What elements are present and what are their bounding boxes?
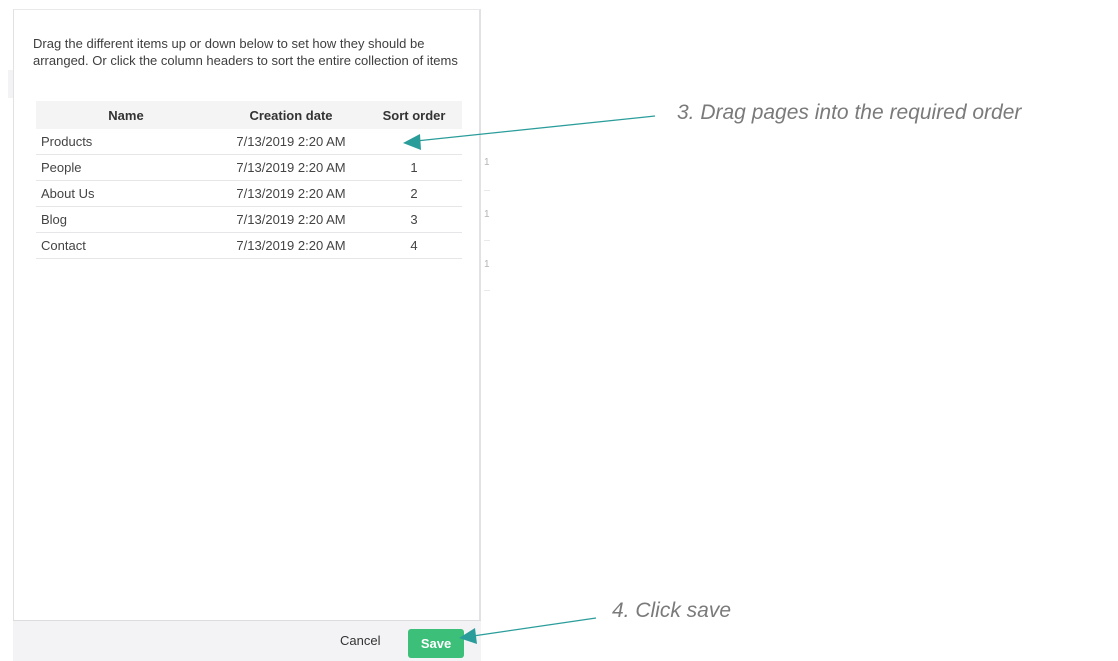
row-name: Products xyxy=(36,129,216,155)
background-cell-text: 1 xyxy=(484,209,490,220)
background-cell-text: 1 xyxy=(484,259,490,270)
dialog-footer: Cancel Save xyxy=(13,620,481,661)
row-name: Contact xyxy=(36,232,216,259)
annotation-step-4: 4. Click save xyxy=(612,599,732,622)
row-sort-order: 1 xyxy=(366,154,462,181)
row-creation-date: 7/13/2019 2:20 AM xyxy=(216,206,366,233)
row-name: People xyxy=(36,154,216,181)
table-row[interactable]: About Us 7/13/2019 2:20 AM 2 xyxy=(36,180,462,207)
row-sort-order: 2 xyxy=(366,180,462,207)
table-header-row: Name Creation date Sort order xyxy=(36,101,462,129)
sort-dialog: Drag the different items up or down belo… xyxy=(13,9,481,661)
row-sort-order: 3 xyxy=(366,206,462,233)
background-row-divider xyxy=(484,240,490,241)
row-sort-order xyxy=(366,129,462,155)
annotation-step-3: 3. Drag pages into the required order xyxy=(677,101,1022,124)
column-header-name[interactable]: Name xyxy=(36,101,216,129)
row-creation-date: 7/13/2019 2:20 AM xyxy=(216,154,366,181)
row-creation-date: 7/13/2019 2:20 AM xyxy=(216,129,366,155)
row-creation-date: 7/13/2019 2:20 AM xyxy=(216,180,366,207)
column-header-creation-date[interactable]: Creation date xyxy=(216,101,366,129)
background-row-divider xyxy=(484,290,490,291)
table-row[interactable]: People 7/13/2019 2:20 AM 1 xyxy=(36,154,462,181)
row-name: About Us xyxy=(36,180,216,207)
row-creation-date: 7/13/2019 2:20 AM xyxy=(216,232,366,259)
background-cell-text: 1 xyxy=(484,157,490,168)
table-row[interactable]: Blog 7/13/2019 2:20 AM 3 xyxy=(36,206,462,233)
table-row[interactable]: Products 7/13/2019 2:20 AM xyxy=(36,129,462,155)
column-header-sort-order[interactable]: Sort order xyxy=(366,101,462,129)
table-row[interactable]: Contact 7/13/2019 2:20 AM 4 xyxy=(36,232,462,259)
sort-table: Name Creation date Sort order Products 7… xyxy=(36,101,462,259)
cancel-button[interactable]: Cancel xyxy=(336,630,384,652)
background-row-divider xyxy=(484,190,490,191)
dialog-instructions: Drag the different items up or down belo… xyxy=(33,36,458,68)
row-sort-order: 4 xyxy=(366,232,462,259)
row-name: Blog xyxy=(36,206,216,233)
save-button[interactable]: Save xyxy=(408,629,464,658)
